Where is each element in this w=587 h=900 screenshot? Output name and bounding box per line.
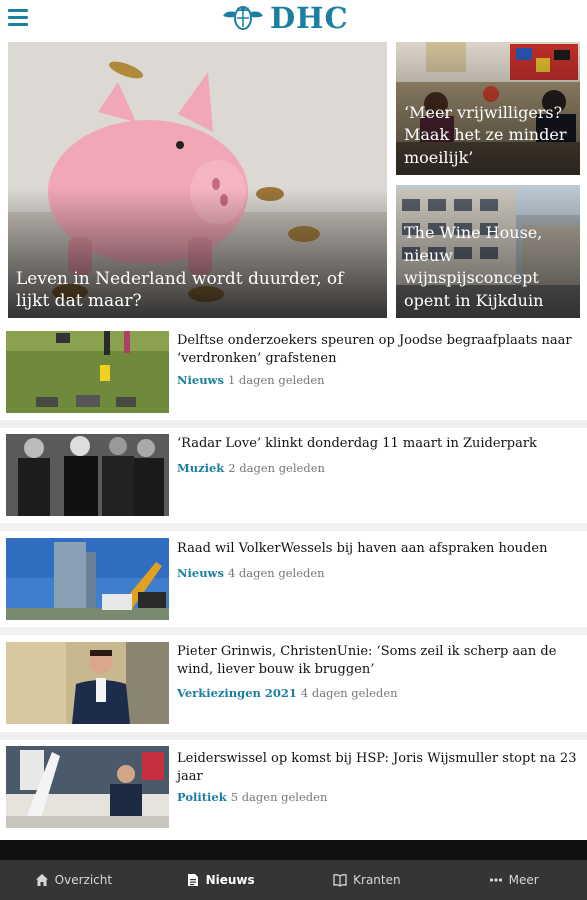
nav-kranten-label: Kranten <box>353 873 401 887</box>
hamburger-menu-icon[interactable] <box>8 9 28 27</box>
article-title: Pieter Grinwis, ChristenUnie: ‘Soms zeil… <box>177 644 557 677</box>
hero-side-2-title: The Wine House, nieuw wijnspijsconcept o… <box>404 223 544 310</box>
article-title: Delftse onderzoekers speuren op Joodse b… <box>177 333 572 366</box>
nav-meer[interactable]: Meer <box>440 860 587 900</box>
article-category[interactable]: Verkiezingen 2021 <box>177 686 297 700</box>
list-separator <box>0 732 587 740</box>
next-section-band <box>0 840 587 860</box>
nav-overzicht[interactable]: Overzicht <box>0 860 147 900</box>
hero-side-article-2[interactable]: The Wine House, nieuw wijnspijsconcept o… <box>396 185 580 318</box>
article-title: Leiderswissel op komst bij HSP: Joris Wi… <box>177 751 577 784</box>
article-time: 5 dagen geleden <box>230 790 328 804</box>
article-category[interactable]: Nieuws <box>177 566 224 580</box>
hero-side-1-title: ‘Meer vrijwilligers? Maak het ze minder … <box>404 102 567 167</box>
logo-text: DHC <box>270 1 349 35</box>
article-meta: Politiek 5 dagen geleden <box>177 790 327 804</box>
article-meta: Nieuws 4 dagen geleden <box>177 566 325 580</box>
list-separator <box>0 627 587 635</box>
list-separator <box>0 523 587 531</box>
article-list-item[interactable]: Raad wil VolkerWessels bij haven aan afs… <box>0 538 587 634</box>
article-time: 4 dagen geleden <box>227 566 325 580</box>
nav-nieuws[interactable]: Nieuws <box>147 860 294 900</box>
coat-of-arms-icon <box>223 6 263 30</box>
hero-main-title: Leven in Nederland wordt duurder, of lij… <box>16 268 344 311</box>
news-icon <box>187 874 198 886</box>
article-meta: Verkiezingen 2021 4 dagen geleden <box>177 686 398 700</box>
article-category[interactable]: Nieuws <box>177 373 224 387</box>
book-icon <box>333 874 347 887</box>
article-title: Raad wil VolkerWessels bij haven aan afs… <box>177 541 548 556</box>
article-list-item[interactable]: Delftse onderzoekers speuren op Joodse b… <box>0 331 587 427</box>
article-list-item[interactable]: ‘Radar Love’ klinkt donderdag 11 maart i… <box>0 434 587 530</box>
article-time: 4 dagen geleden <box>300 686 398 700</box>
nav-overzicht-label: Overzicht <box>54 873 113 887</box>
list-separator <box>0 420 587 428</box>
article-title: ‘Radar Love’ klinkt donderdag 11 maart i… <box>177 436 537 451</box>
article-thumbnail <box>6 331 169 413</box>
article-time: 1 dagen geleden <box>227 373 325 387</box>
article-category[interactable]: Politiek <box>177 790 227 804</box>
more-icon <box>489 878 502 882</box>
article-category[interactable]: Muziek <box>177 461 224 475</box>
article-thumbnail <box>6 746 169 828</box>
article-time: 2 dagen geleden <box>228 461 325 475</box>
article-thumbnail <box>6 434 169 516</box>
dhc-logo[interactable]: DHC <box>220 1 349 35</box>
app-header: DHC <box>0 0 587 36</box>
article-thumbnail <box>6 642 169 724</box>
article-list-item[interactable]: Pieter Grinwis, ChristenUnie: ‘Soms zeil… <box>0 642 587 738</box>
nav-kranten[interactable]: Kranten <box>294 860 441 900</box>
bottom-navigation: Overzicht Nieuws Kranten Meer <box>0 860 587 900</box>
hero-side-article-1[interactable]: ‘Meer vrijwilligers? Maak het ze minder … <box>396 42 580 175</box>
article-thumbnail <box>6 538 169 620</box>
hero-main-article[interactable]: Leven in Nederland wordt duurder, of lij… <box>8 42 387 318</box>
nav-nieuws-label: Nieuws <box>205 873 255 887</box>
article-list-item[interactable]: Leiderswissel op komst bij HSP: Joris Wi… <box>0 746 587 842</box>
article-meta: Nieuws 1 dagen geleden <box>177 373 325 387</box>
home-icon <box>35 874 48 886</box>
nav-meer-label: Meer <box>508 873 539 887</box>
article-meta: Muziek 2 dagen geleden <box>177 461 325 475</box>
